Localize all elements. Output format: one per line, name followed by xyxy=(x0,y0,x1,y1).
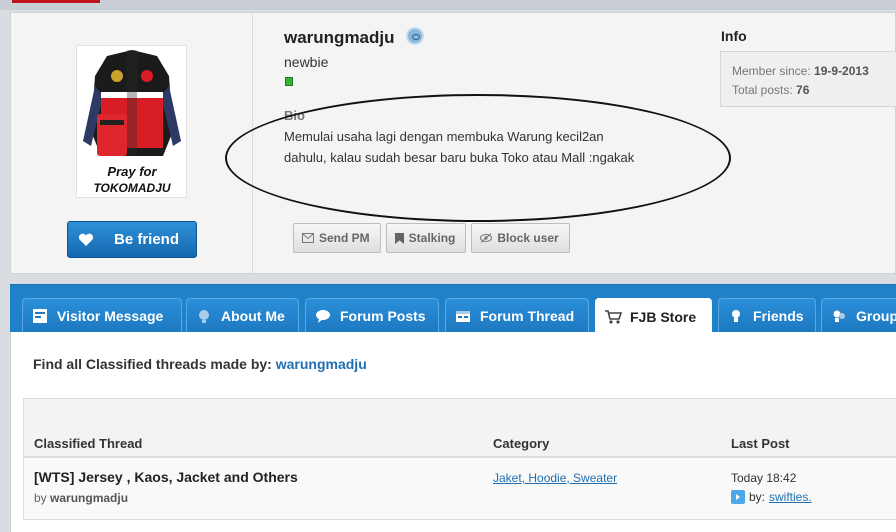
total-posts-label: Total posts: xyxy=(732,83,793,97)
thread-title-link[interactable]: [WTS] Jersey , Kaos, Jacket and Others xyxy=(34,469,298,485)
tab-label: About Me xyxy=(221,308,285,324)
message-icon xyxy=(31,307,49,325)
column-header-last-post: Last Post xyxy=(731,436,790,451)
svg-text:TOKOMADJU: TOKOMADJU xyxy=(93,181,170,195)
info-title: Info xyxy=(721,28,747,44)
stalking-label: Stalking xyxy=(408,231,456,245)
table-header: Classified Thread Category Last Post xyxy=(23,427,896,458)
profile-tabs: Visitor Message About Me Forum Posts For… xyxy=(10,284,896,334)
thread-icon xyxy=(454,307,472,325)
group-icon xyxy=(830,307,848,325)
bookmark-icon xyxy=(394,232,404,244)
profile-actions: Send PM Stalking Block user xyxy=(293,223,570,253)
tab-group[interactable]: Group xyxy=(821,298,896,333)
tab-fjb-store[interactable]: FJB Store xyxy=(595,298,712,334)
last-by-label: by: xyxy=(749,490,766,504)
by-label: by xyxy=(34,491,47,505)
avatar: Pray for TOKOMADJU xyxy=(76,45,187,198)
tab-label: Forum Posts xyxy=(340,308,426,324)
find-label: Find all Classified threads made by: xyxy=(33,356,272,372)
be-friend-label: Be friend xyxy=(114,231,180,248)
cart-icon xyxy=(604,308,622,326)
tab-about-me[interactable]: About Me xyxy=(186,298,299,333)
avatar-image: Pray for TOKOMADJU xyxy=(77,46,186,197)
tab-label: Friends xyxy=(753,308,804,324)
category-link[interactable]: Jaket, Hoodie, Sweater xyxy=(493,471,617,485)
block-user-label: Block user xyxy=(497,231,559,245)
heart-icon xyxy=(68,233,104,247)
table-row: [WTS] Jersey , Kaos, Jacket and Others b… xyxy=(23,458,896,520)
author-name: warungmadju xyxy=(50,491,129,505)
online-status-icon xyxy=(285,77,293,86)
about-icon xyxy=(195,307,213,325)
user-rank: newbie xyxy=(284,54,329,70)
total-posts: Total posts: 76 xyxy=(732,81,896,100)
total-posts-value: 76 xyxy=(796,83,810,97)
bio-line: dahulu, kalau sudah besar baru buka Toko… xyxy=(284,150,635,165)
verified-badge-icon xyxy=(406,27,424,45)
last-post-by: by: swifties. xyxy=(731,490,812,504)
tab-forum-thread[interactable]: Forum Thread xyxy=(445,298,589,333)
envelope-icon xyxy=(302,233,314,243)
tab-label: FJB Store xyxy=(630,308,697,325)
member-since-label: Member since: xyxy=(732,64,811,78)
block-user-button[interactable]: Block user xyxy=(471,223,570,253)
friends-icon xyxy=(727,307,745,325)
column-header-thread: Classified Thread xyxy=(34,436,143,451)
header-accent xyxy=(12,0,100,3)
tab-friends[interactable]: Friends xyxy=(718,298,816,333)
send-pm-button[interactable]: Send PM xyxy=(293,223,381,253)
go-to-post-icon[interactable] xyxy=(731,490,745,504)
fjb-store-panel: Find all Classified threads made by: war… xyxy=(10,332,896,532)
member-since: Member since: 19-9-2013 xyxy=(732,62,896,81)
chat-bubble-icon xyxy=(314,307,332,325)
last-post-user-link[interactable]: swifties. xyxy=(769,490,812,504)
table-toolbar xyxy=(23,398,896,428)
thread-author: by warungmadju xyxy=(34,491,128,505)
info-box: Member since: 19-9-2013 Total posts: 76 xyxy=(720,51,896,107)
profile-left-column: Pray for TOKOMADJU Be friend xyxy=(11,13,253,273)
profile-username: warungmadju xyxy=(284,28,395,47)
tab-visitor-message[interactable]: Visitor Message xyxy=(22,298,182,333)
top-strip xyxy=(0,0,896,10)
eye-slash-icon xyxy=(480,233,493,243)
find-classified-line: Find all Classified threads made by: war… xyxy=(33,356,367,372)
bio-text: Memulai usaha lagi dengan membuka Warung… xyxy=(284,126,704,168)
bio-label: Bio xyxy=(284,108,305,123)
profile-card: Pray for TOKOMADJU Be friend warungmadju… xyxy=(10,12,896,274)
send-pm-label: Send PM xyxy=(319,231,370,245)
tab-label: Forum Thread xyxy=(480,308,575,324)
svg-text:Pray for: Pray for xyxy=(107,164,157,179)
tab-label: Group xyxy=(856,308,896,324)
find-user-link[interactable]: warungmadju xyxy=(276,356,367,372)
column-header-category: Category xyxy=(493,436,550,451)
tab-label: Visitor Message xyxy=(57,308,164,324)
tab-forum-posts[interactable]: Forum Posts xyxy=(305,298,439,333)
be-friend-button[interactable]: Be friend xyxy=(67,221,197,258)
member-since-value: 19-9-2013 xyxy=(814,64,869,78)
bio-line: Memulai usaha lagi dengan membuka Warung… xyxy=(284,129,604,144)
stalking-button[interactable]: Stalking xyxy=(385,223,467,253)
last-post-time: Today 18:42 xyxy=(731,471,797,485)
